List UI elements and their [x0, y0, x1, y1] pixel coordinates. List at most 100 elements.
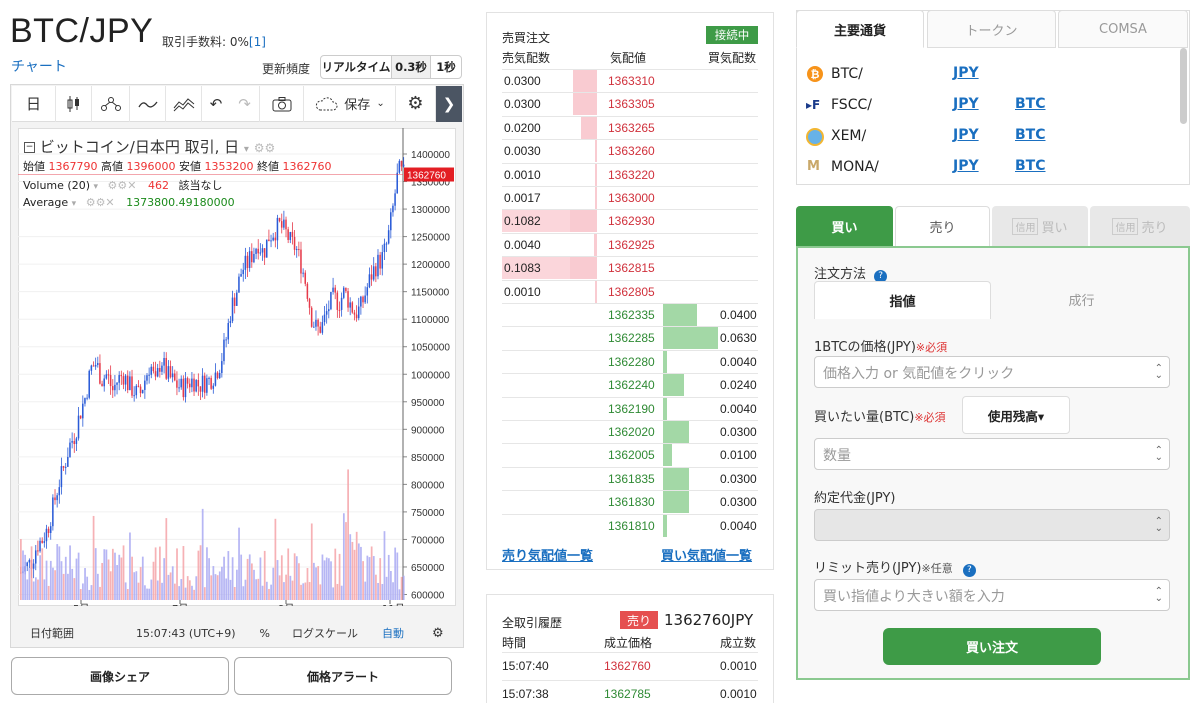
bid-list-link[interactable]: 買い気配値一覧: [661, 545, 752, 564]
btc-jpy-link[interactable]: JPY: [953, 65, 979, 81]
qty-input[interactable]: 数量 ⌃ ⌄: [814, 438, 1170, 470]
undo-icon[interactable]: ↶: [202, 86, 230, 122]
price-stepper-icon[interactable]: ⌃ ⌄: [1155, 364, 1163, 381]
candle-body: [214, 372, 217, 386]
ask-price[interactable]: 1363000: [608, 191, 655, 205]
bid-price[interactable]: 1362020: [608, 425, 655, 439]
ask-price[interactable]: 1363265: [608, 121, 655, 135]
auto-scale-button[interactable]: 自動: [382, 625, 404, 641]
ask-row[interactable]: 0.0030 1363260: [502, 139, 758, 163]
volume-chevron-icon[interactable]: ▾: [94, 182, 99, 192]
currency-scrollbar[interactable]: [1180, 48, 1187, 124]
qty-stepper-icon[interactable]: ⌃ ⌄: [1155, 446, 1163, 463]
limit-stepper-icon[interactable]: ⌃ ⌄: [1155, 587, 1163, 604]
price-input[interactable]: 価格入力 or 気配値をクリック ⌃ ⌄: [814, 356, 1170, 388]
tab-sell[interactable]: 売り: [895, 206, 990, 246]
ask-price[interactable]: 1363220: [608, 168, 655, 182]
chart-title-chevron-icon[interactable]: ▾: [244, 144, 249, 155]
save-layout-button[interactable]: 保存 ⌄: [304, 85, 396, 122]
bid-price[interactable]: 1361835: [608, 472, 655, 486]
ask-row[interactable]: 0.0200 1363265: [502, 115, 758, 139]
bid-price[interactable]: 1362335: [608, 308, 655, 322]
refresh-1s-button[interactable]: 1秒: [430, 55, 462, 79]
ask-price[interactable]: 1363310: [608, 74, 655, 88]
interval-day-button[interactable]: 日: [12, 85, 56, 122]
ask-list-link[interactable]: 売り気配値一覧: [502, 545, 593, 564]
refresh-0-3s-button[interactable]: 0.3秒: [391, 55, 431, 79]
ask-price[interactable]: 1363260: [608, 144, 655, 158]
bid-row[interactable]: 1362335 0.0400: [502, 303, 758, 326]
volume-settings-icon[interactable]: ⚙⚙✕: [108, 179, 137, 192]
chart-link[interactable]: チャート: [11, 56, 67, 76]
candlestick-icon[interactable]: [56, 85, 92, 122]
method-limit-tab[interactable]: 指値: [814, 281, 991, 319]
ask-row[interactable]: 0.0300 1363305: [502, 92, 758, 116]
ask-price[interactable]: 1362805: [608, 285, 655, 299]
bid-row[interactable]: 1362285 0.0630: [502, 326, 758, 350]
bid-row[interactable]: 1362240 0.0240: [502, 373, 758, 397]
bid-price[interactable]: 1362285: [608, 331, 655, 345]
fscc-jpy-link[interactable]: JPY: [953, 96, 979, 112]
chart-clock[interactable]: 15:07:43 (UTC+9): [136, 627, 236, 640]
ask-price[interactable]: 1363305: [608, 97, 655, 111]
refresh-realtime-button[interactable]: リアルタイム: [320, 55, 392, 79]
ask-row[interactable]: 0.1082 1362930: [502, 209, 758, 233]
limit-sell-input[interactable]: 買い指値より大きい額を入力 ⌃ ⌄: [814, 579, 1170, 611]
tab-buy[interactable]: 買い: [796, 206, 893, 246]
tab-major-currencies[interactable]: 主要通貨: [796, 10, 924, 48]
tab-margin-sell[interactable]: 信用 売り: [1090, 206, 1190, 246]
camera-icon[interactable]: [260, 85, 304, 122]
bid-price[interactable]: 1362005: [608, 448, 655, 462]
ask-row[interactable]: 0.0010 1363220: [502, 162, 758, 186]
price-alert-button[interactable]: 価格アラート: [234, 657, 452, 695]
ask-price[interactable]: 1362815: [608, 261, 655, 275]
fee-footnote-link[interactable]: [1]: [249, 35, 266, 49]
ask-row[interactable]: 0.0017 1363000: [502, 186, 758, 209]
bid-price[interactable]: 1361810: [608, 519, 655, 533]
redo-icon[interactable]: ↷: [230, 85, 260, 122]
bid-price[interactable]: 1362280: [608, 355, 655, 369]
bid-row[interactable]: 1361835 0.0300: [502, 466, 758, 490]
limit-help-icon[interactable]: ?: [962, 564, 976, 577]
bid-row[interactable]: 1361810 0.0040: [502, 513, 758, 537]
tab-margin-buy[interactable]: 信用 買い: [992, 206, 1088, 246]
ask-price[interactable]: 1362930: [608, 214, 655, 228]
bid-row[interactable]: 1362190 0.0040: [502, 396, 758, 420]
mona-jpy-link[interactable]: JPY: [953, 158, 979, 173]
compare-icon[interactable]: [166, 85, 202, 122]
chart-title-settings-icon[interactable]: ⚙⚙: [254, 141, 276, 155]
bid-price[interactable]: 1362190: [608, 402, 655, 416]
xem-jpy-link[interactable]: JPY: [953, 127, 979, 143]
bid-price[interactable]: 1361830: [608, 495, 655, 509]
collapse-toolbar-icon[interactable]: ❯: [436, 85, 462, 122]
tab-tokens[interactable]: トークン: [927, 10, 1056, 48]
fscc-btc-link[interactable]: BTC: [1015, 96, 1046, 112]
xem-btc-link[interactable]: BTC: [1015, 127, 1046, 143]
bid-row[interactable]: 1362280 0.0040: [502, 349, 758, 373]
bid-row[interactable]: 1362020 0.0300: [502, 420, 758, 443]
tab-comsa[interactable]: COMSA: [1058, 10, 1188, 48]
average-settings-icon[interactable]: ⚙⚙✕: [86, 196, 115, 209]
gear-icon[interactable]: ⚙: [396, 85, 436, 122]
use-balance-dropdown[interactable]: 使用残高▾: [962, 396, 1070, 434]
method-market-tab[interactable]: 成行: [993, 281, 1170, 317]
share-image-button[interactable]: 画像シェア: [11, 657, 229, 695]
submit-buy-order-button[interactable]: 買い注文: [883, 628, 1101, 665]
average-chevron-icon[interactable]: ▾: [72, 199, 77, 209]
chart-footer-gear-icon[interactable]: ⚙: [432, 626, 444, 641]
mona-btc-link[interactable]: BTC: [1015, 158, 1046, 173]
ask-row[interactable]: 0.0300 1363310: [502, 69, 758, 92]
ask-price[interactable]: 1362925: [608, 238, 655, 252]
line-chart-icon[interactable]: [130, 85, 166, 122]
date-range-button[interactable]: 日付範囲: [30, 625, 74, 641]
percent-scale-button[interactable]: %: [260, 627, 270, 640]
indicators-icon[interactable]: [92, 85, 130, 122]
ask-row[interactable]: 0.1083 1362815: [502, 256, 758, 280]
ask-row[interactable]: 0.0010 1362805: [502, 279, 758, 303]
bid-price[interactable]: 1362240: [608, 378, 655, 392]
log-scale-button[interactable]: ログスケール: [292, 625, 358, 641]
collapse-legend-icon[interactable]: −: [24, 142, 35, 153]
ask-row[interactable]: 0.0040 1362925: [502, 232, 758, 256]
bid-row[interactable]: 1362005 0.0100: [502, 443, 758, 467]
bid-row[interactable]: 1361830 0.0300: [502, 490, 758, 514]
